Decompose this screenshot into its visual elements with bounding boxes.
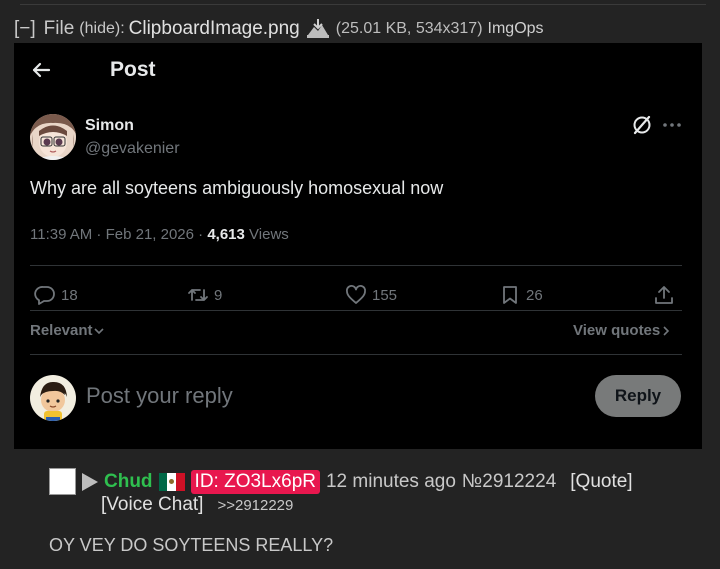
hide-link[interactable]: (hide): — [79, 20, 124, 38]
reply-count: 18 — [61, 286, 78, 304]
collapse-toggle[interactable]: [−] — [14, 18, 36, 40]
bookmark-action[interactable]: 26 — [499, 283, 543, 307]
post-number-link[interactable]: №2912224 — [462, 471, 556, 493]
like-action[interactable]: 155 — [345, 283, 397, 307]
page-title: Post — [110, 58, 156, 81]
quote-link[interactable]: [Quote] — [570, 471, 632, 493]
like-count: 155 — [372, 286, 398, 304]
author-avatar — [30, 114, 76, 160]
divider — [30, 354, 682, 355]
view-quotes-link[interactable]: View quotes — [573, 322, 672, 339]
user-avatar — [30, 375, 76, 421]
chevron-right-icon — [663, 325, 670, 336]
backlink[interactable]: >>2912229 — [217, 497, 293, 514]
file-label: File — [43, 18, 75, 39]
divider — [30, 310, 682, 311]
file-info-bar: [−] File (hide): ClipboardImage.png (25.… — [14, 18, 544, 40]
poster-name: Chud — [104, 470, 153, 492]
back-arrow-icon — [32, 62, 51, 78]
reply-input[interactable]: Post your reply — [86, 383, 233, 409]
post-time: 12 minutes ago — [325, 470, 456, 492]
tweet-text: Why are all soyteens ambiguously homosex… — [30, 178, 444, 198]
chevron-down-icon — [93, 327, 104, 334]
repost-action[interactable]: 9 — [187, 283, 222, 307]
reply-action[interactable]: 18 — [34, 283, 78, 307]
repost-count: 9 — [214, 286, 223, 304]
post-select-checkbox[interactable] — [49, 468, 76, 495]
sort-relevant-dropdown[interactable]: Relevant — [30, 322, 105, 339]
author-name[interactable]: Simon — [85, 117, 134, 135]
author-handle[interactable]: @gevakenier — [85, 140, 180, 158]
download-icon[interactable] — [306, 19, 330, 39]
reply-button[interactable]: Reply — [595, 375, 681, 417]
file-name-link[interactable]: ClipboardImage.png — [129, 18, 300, 40]
sort-label: Relevant — [30, 322, 93, 339]
top-divider — [20, 4, 706, 5]
share-icon — [655, 286, 673, 304]
grok-icon[interactable] — [631, 114, 653, 136]
post-menu-triangle-icon[interactable] — [82, 472, 98, 491]
heart-icon — [346, 285, 366, 304]
bookmark-count: 26 — [526, 286, 543, 304]
views-label: Views — [244, 226, 289, 243]
share-action[interactable] — [653, 283, 680, 307]
reply-icon — [34, 286, 55, 305]
more-options-icon[interactable] — [662, 122, 682, 128]
divider — [30, 265, 682, 266]
bookmark-icon — [503, 286, 517, 304]
embedded-screenshot[interactable]: Post Simon @gevakenier Why are all soyte… — [14, 43, 702, 449]
tweet-header: Post — [30, 57, 156, 83]
post-body-text: OY VEY DO SOYTEENS REALLY? — [49, 535, 334, 555]
imgops-link[interactable]: ImgOps — [488, 20, 544, 38]
poster-id-badge[interactable]: ID: ZO3Lx6pR — [190, 469, 320, 494]
views-count: 4,613 — [207, 226, 245, 243]
post-header: Chud ID: ZO3Lx6pR 12 minutes ago №291222… — [49, 468, 633, 495]
post-subheader: [Voice Chat] >>2912229 — [101, 494, 293, 516]
view-quotes-label: View quotes — [573, 322, 661, 339]
repost-icon — [188, 289, 208, 301]
tweet-meta: 11:39 AM · Feb 21, 2026 · 4,613 Views — [30, 226, 289, 243]
voice-chat-link[interactable]: [Voice Chat] — [101, 494, 203, 516]
mexico-flag-icon — [158, 472, 185, 491]
file-meta: (25.01 KB, 534x317) — [335, 20, 483, 37]
tweet-timestamp[interactable]: 11:39 AM · Feb 21, 2026 · — [30, 226, 207, 243]
